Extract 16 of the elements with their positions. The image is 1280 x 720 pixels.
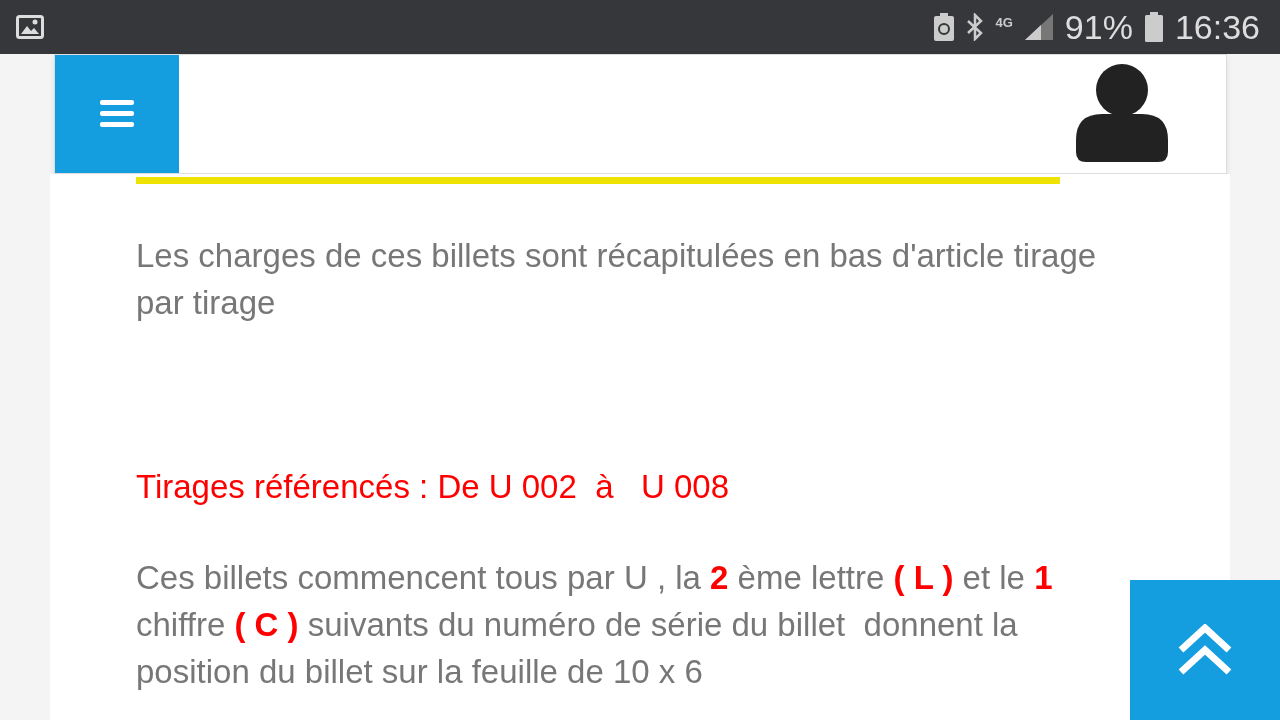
highlight-text: Tirages référencés : De U 002 à U 008 [136, 467, 731, 507]
double-chevron-icon [1177, 624, 1233, 676]
menu-icon [100, 100, 134, 128]
menu-button[interactable] [55, 55, 179, 173]
bluetooth-icon [965, 13, 984, 41]
image-icon [16, 15, 44, 39]
scroll-top-button[interactable] [1130, 580, 1280, 720]
battery-icon [1144, 12, 1163, 42]
battery-saver-icon [933, 13, 954, 41]
signal-icon [1024, 14, 1053, 40]
intro-paragraph: Les charges de ces billets sont récapitulées en bas d'article tirage par tirage [136, 236, 1098, 323]
battery-percent: 91% [1064, 7, 1133, 47]
body-paragraph: Ces billets commencent tous par U , la 2 ème lettre ( L ) et le 1 chiffre ( C ) suivants du numéro de série du billet donnent la position du billet sur la feuille de 10 x 6 [136, 558, 1054, 692]
user-icon[interactable] [1076, 64, 1168, 164]
clock: 16:36 [1174, 7, 1260, 47]
network-type: 4G [995, 14, 1013, 30]
